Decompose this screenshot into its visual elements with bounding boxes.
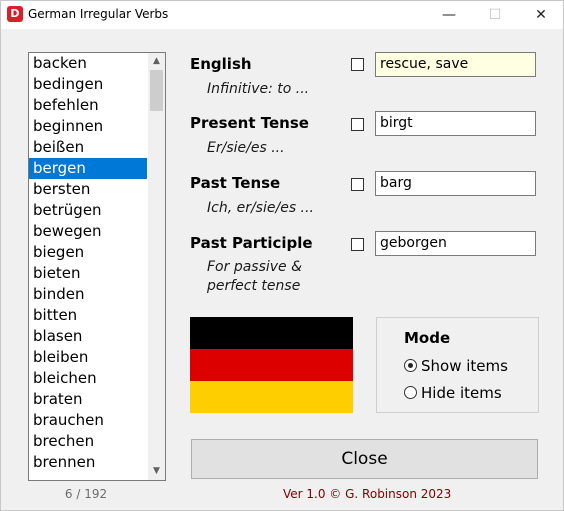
list-item[interactable]: bleichen xyxy=(29,368,147,389)
past-tense-hint: Ich, er/sie/es ... xyxy=(207,200,314,216)
list-item[interactable]: bleiben xyxy=(29,347,147,368)
title-bar: D German Irregular Verbs — ☐ ✕ xyxy=(1,1,563,29)
list-item[interactable]: bergen xyxy=(29,158,147,179)
mode-groupbox: Mode Show items Hide items xyxy=(376,317,539,413)
hide-items-label: Hide items xyxy=(421,384,502,402)
verb-counter: 6 / 192 xyxy=(64,487,108,501)
flag-stripe-black xyxy=(190,317,353,349)
scroll-thumb[interactable] xyxy=(150,70,163,111)
close-button[interactable]: Close xyxy=(191,439,538,479)
past-participle-label: Past Participle xyxy=(190,234,313,252)
list-item[interactable]: bewegen xyxy=(29,221,147,242)
list-item[interactable]: binden xyxy=(29,284,147,305)
list-item[interactable]: beginnen xyxy=(29,116,147,137)
list-item[interactable]: beißen xyxy=(29,137,147,158)
list-item[interactable]: brechen xyxy=(29,431,147,452)
scroll-down-arrow-icon[interactable]: ▼ xyxy=(148,463,165,480)
list-scrollbar[interactable]: ▲ ▼ xyxy=(148,53,165,480)
present-tense-hint: Er/sie/es ... xyxy=(207,140,285,156)
verb-listbox[interactable]: backen bedingen befehlen beginnen beißen berg… xyxy=(28,52,166,481)
list-item[interactable]: bieten xyxy=(29,263,147,284)
list-item[interactable]: bitten xyxy=(29,305,147,326)
present-tense-field[interactable]: birgt xyxy=(375,111,536,136)
list-item[interactable]: brauchen xyxy=(29,410,147,431)
verb-list: backen bedingen befehlen beginnen beißen berg… xyxy=(29,53,147,473)
maximize-button: ☐ xyxy=(488,7,502,23)
past-participle-field[interactable]: geborgen xyxy=(375,231,536,256)
past-participle-hint-line2: perfect tense xyxy=(207,278,301,294)
flag-stripe-gold xyxy=(190,381,353,413)
list-item[interactable]: biegen xyxy=(29,242,147,263)
radio-button-icon[interactable] xyxy=(404,386,417,399)
show-items-radio[interactable]: Show items xyxy=(404,357,508,375)
show-items-label: Show items xyxy=(421,357,508,375)
list-item[interactable]: backen xyxy=(29,53,147,74)
version-footer: Ver 1.0 © G. Robinson 2023 xyxy=(283,487,452,501)
present-tense-label: Present Tense xyxy=(190,114,309,132)
hide-items-radio[interactable]: Hide items xyxy=(404,384,502,402)
list-item[interactable]: bersten xyxy=(29,179,147,200)
main-window: D German Irregular Verbs — ☐ ✕ backen bed… xyxy=(0,0,564,511)
window-title: German Irregular Verbs xyxy=(28,7,169,21)
flag-stripe-red xyxy=(190,349,353,381)
mode-title: Mode xyxy=(404,329,451,347)
list-item[interactable]: blasen xyxy=(29,326,147,347)
past-tense-field[interactable]: barg xyxy=(375,171,536,196)
list-item[interactable]: brennen xyxy=(29,452,147,473)
english-hint: Infinitive: to ... xyxy=(207,81,310,97)
close-window-button[interactable]: ✕ xyxy=(518,1,564,29)
list-item[interactable]: befehlen xyxy=(29,95,147,116)
radio-button-icon[interactable] xyxy=(404,359,417,372)
english-field[interactable]: rescue, save xyxy=(375,52,536,77)
list-item[interactable]: betrügen xyxy=(29,200,147,221)
past-participle-hint-line1: For passive & xyxy=(207,259,303,275)
past-tense-checkbox[interactable] xyxy=(351,178,364,191)
english-checkbox[interactable] xyxy=(351,58,364,71)
list-item[interactable]: braten xyxy=(29,389,147,410)
minimize-button[interactable]: — xyxy=(426,1,472,29)
past-tense-label: Past Tense xyxy=(190,174,281,192)
list-item[interactable]: bedingen xyxy=(29,74,147,95)
present-tense-checkbox[interactable] xyxy=(351,118,364,131)
german-flag-image xyxy=(190,317,353,413)
past-participle-checkbox[interactable] xyxy=(351,238,364,251)
app-icon: D xyxy=(7,6,23,22)
scroll-up-arrow-icon[interactable]: ▲ xyxy=(148,53,165,70)
english-label: English xyxy=(190,55,252,73)
